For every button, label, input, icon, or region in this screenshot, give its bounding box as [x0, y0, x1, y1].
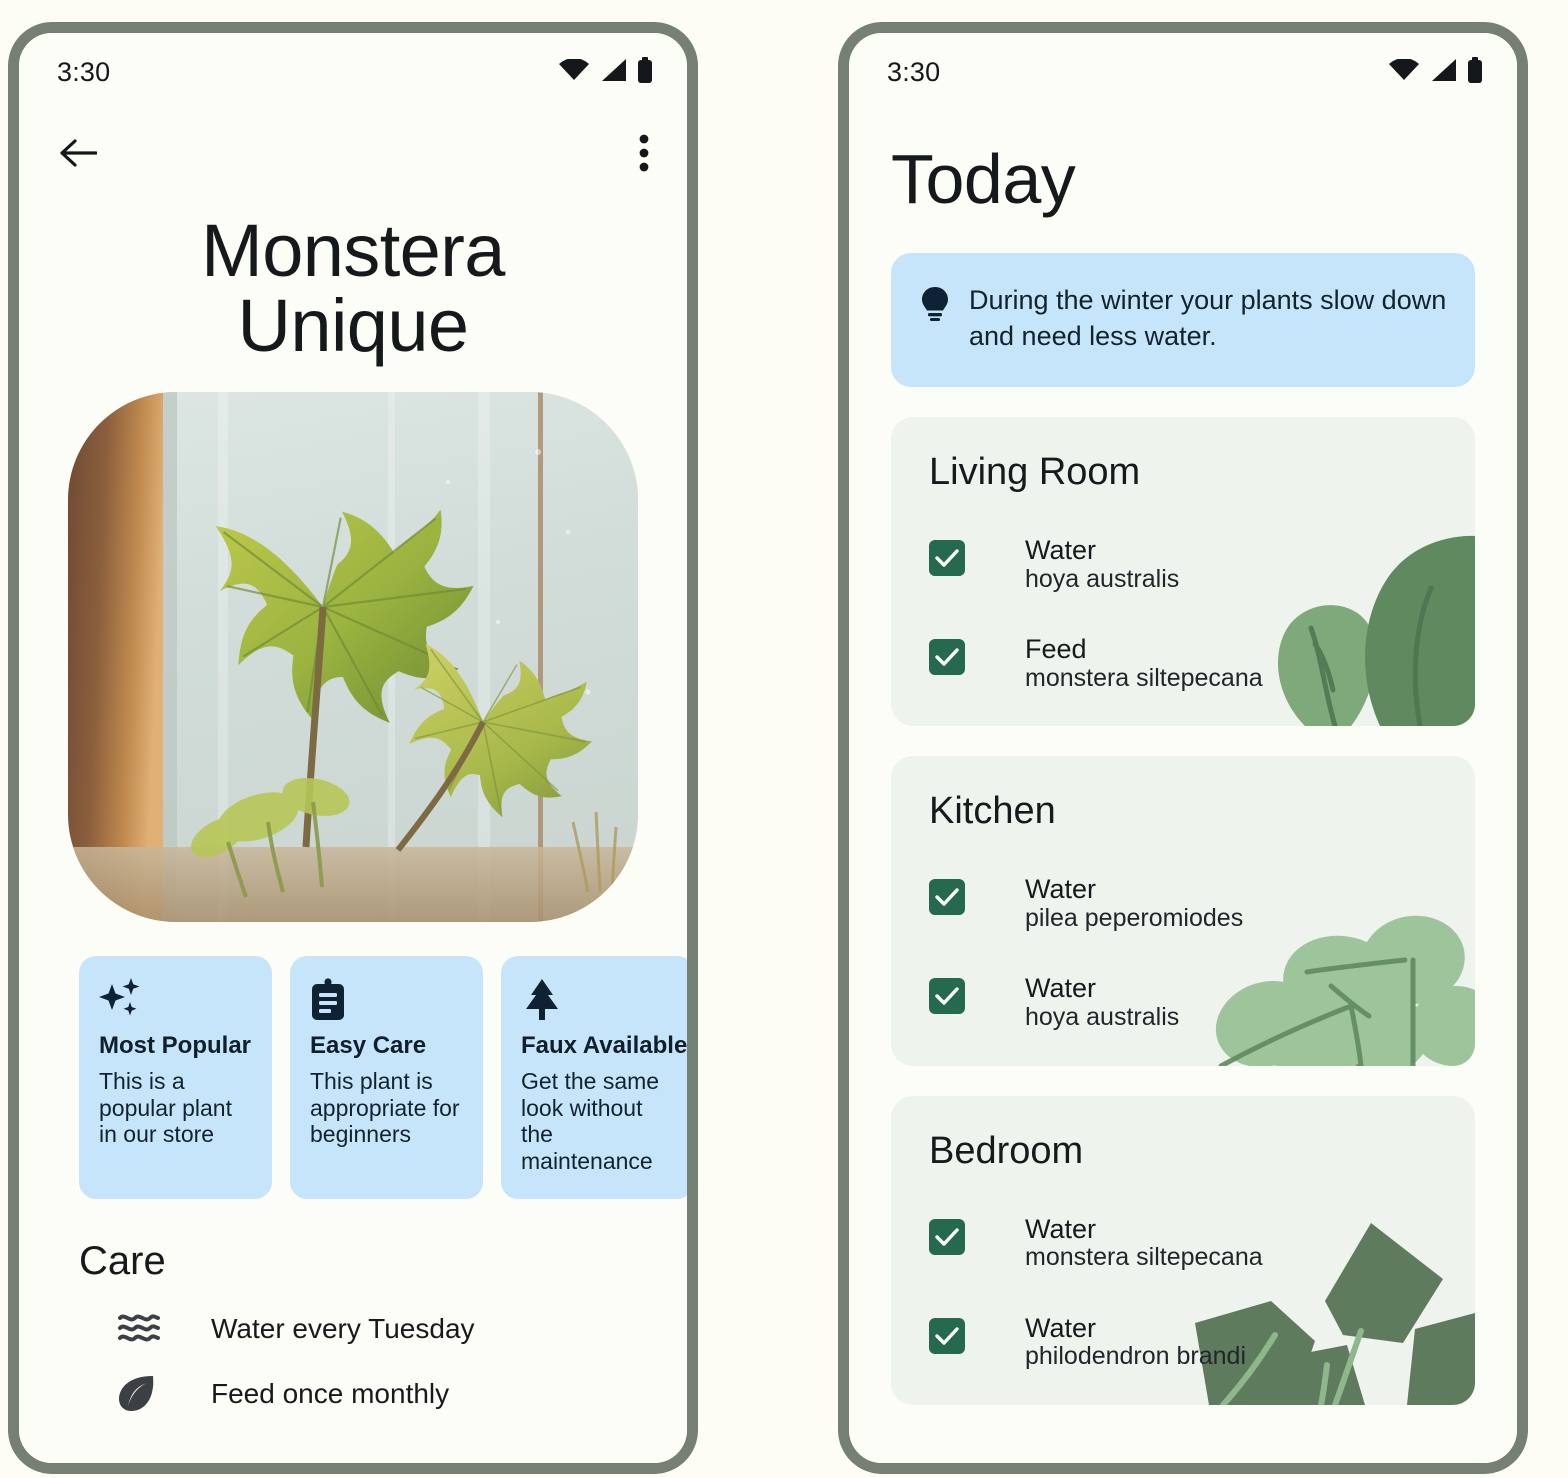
status-bar: 3:30 — [19, 33, 687, 111]
task-checkbox[interactable] — [929, 639, 965, 675]
cellular-signal-icon — [600, 58, 626, 86]
battery-icon — [637, 56, 653, 88]
task-action: Water — [1025, 973, 1097, 1004]
app-bar — [19, 111, 687, 195]
screenshot-stage: 3:30 Monstera Unique Most Popular This i… — [0, 0, 1568, 1478]
leaf-icon — [117, 1374, 189, 1414]
task-row[interactable]: Water philodendron brandi — [929, 1312, 1475, 1371]
task-row[interactable]: Water hoya australis — [929, 534, 1475, 593]
more-vertical-icon[interactable] — [639, 134, 649, 172]
back-arrow-icon[interactable] — [59, 137, 97, 169]
status-bar: 3:30 — [849, 33, 1517, 111]
task-plant: pilea peperomiodes — [1025, 903, 1244, 932]
room-name: Living Room — [929, 450, 1141, 493]
task-plant: hoya australis — [1025, 564, 1180, 593]
status-bar-icons — [559, 56, 653, 88]
phone-plant-detail: 3:30 Monstera Unique Most Popular This i… — [8, 22, 698, 1474]
hero-image-wrapper — [19, 391, 687, 922]
lightbulb-icon — [921, 287, 949, 326]
task-text: Water hoya australis — [1025, 534, 1180, 593]
care-item-label: Feed once monthly — [211, 1377, 450, 1409]
status-bar-clock: 3:30 — [887, 56, 941, 87]
task-checkbox[interactable] — [929, 978, 965, 1015]
water-waves-icon — [117, 1312, 189, 1346]
room-card-kitchen[interactable]: Kitchen Water pilea peperomiodes Water h… — [891, 756, 1475, 1066]
room-card-living-room[interactable]: Living Room Water hoya australis Feed mo… — [891, 416, 1475, 727]
care-section-heading: Care — [79, 1238, 166, 1283]
sparkles-icon — [99, 977, 252, 1022]
task-row[interactable]: Water pilea peperomiodes — [929, 874, 1475, 932]
task-checkbox[interactable] — [929, 1317, 965, 1354]
plant-hero-image — [68, 391, 638, 922]
task-checkbox[interactable] — [929, 1218, 965, 1255]
page-title: Today — [891, 140, 1076, 218]
task-action: Water — [1025, 1312, 1097, 1343]
task-text: Water hoya australis — [1025, 974, 1179, 1031]
feature-chip[interactable]: Most Popular This is a popular plant in … — [79, 955, 272, 1199]
screen-plant-detail: 3:30 Monstera Unique Most Popular This i… — [19, 33, 687, 1463]
feature-chip-description: This plant is appropriate for beginners — [310, 1067, 460, 1148]
room-card-bedroom[interactable]: Bedroom Water monstera siltepecana Water… — [891, 1095, 1475, 1405]
room-name: Bedroom — [929, 1129, 1084, 1172]
task-text: Water monstera siltepecana — [1025, 1213, 1263, 1272]
room-name: Kitchen — [929, 790, 1056, 833]
clipboard-icon — [310, 978, 463, 1022]
task-action: Feed — [1025, 634, 1087, 664]
care-item-water: Water every Tuesday — [117, 1312, 687, 1346]
task-plant: hoya australis — [1025, 1003, 1180, 1032]
tree-icon — [521, 978, 674, 1022]
task-plant: monstera siltepecana — [1025, 663, 1263, 692]
hero-photo-illustration — [68, 391, 638, 922]
feature-chip[interactable]: Faux Available Get the same look without… — [501, 955, 687, 1199]
phone-today-list: 3:30 Today During the winter your plants… — [838, 22, 1528, 1474]
feature-chip-list: Most Popular This is a popular plant in … — [79, 955, 687, 1199]
tip-text: During the winter your plants slow down … — [969, 285, 1447, 351]
task-plant: monstera siltepecana — [1025, 1243, 1263, 1272]
feature-chip[interactable]: Easy Care This plant is appropriate for … — [290, 955, 483, 1199]
task-checkbox[interactable] — [929, 879, 965, 916]
about-section-heading: About — [79, 1460, 687, 1463]
task-action: Water — [1025, 534, 1097, 565]
cellular-signal-icon — [1430, 58, 1456, 86]
care-item-feed: Feed once monthly — [117, 1374, 687, 1414]
care-item-label: Water every Tuesday — [211, 1312, 475, 1344]
page-title: Monstera Unique — [201, 209, 505, 368]
task-action: Water — [1025, 874, 1097, 905]
status-bar-clock: 3:30 — [57, 56, 111, 87]
feature-chip-title: Faux Available — [521, 1031, 687, 1059]
status-bar-icons — [1389, 56, 1483, 88]
task-row[interactable]: Feed monstera siltepecana — [929, 634, 1475, 692]
feature-chip-description: This is a popular plant in our store — [99, 1067, 232, 1148]
screen-today: 3:30 Today During the winter your plants… — [849, 33, 1517, 1463]
feature-chip-title: Easy Care — [310, 1031, 427, 1059]
wifi-icon — [1389, 57, 1419, 86]
task-text: Water pilea peperomiodes — [1025, 874, 1244, 932]
task-checkbox[interactable] — [929, 539, 965, 576]
battery-icon — [1467, 56, 1483, 88]
task-row[interactable]: Water monstera siltepecana — [929, 1213, 1475, 1272]
tip-banner: During the winter your plants slow down … — [891, 253, 1475, 387]
task-plant: philodendron brandi — [1025, 1342, 1247, 1371]
wifi-icon — [559, 57, 589, 86]
feature-chip-title: Most Popular — [99, 1031, 252, 1059]
feature-chip-description: Get the same look without the maintenanc… — [521, 1067, 660, 1174]
task-text: Feed monstera siltepecana — [1025, 634, 1263, 692]
task-action: Water — [1025, 1213, 1097, 1244]
task-text: Water philodendron brandi — [1025, 1312, 1247, 1371]
task-row[interactable]: Water hoya australis — [929, 974, 1475, 1031]
